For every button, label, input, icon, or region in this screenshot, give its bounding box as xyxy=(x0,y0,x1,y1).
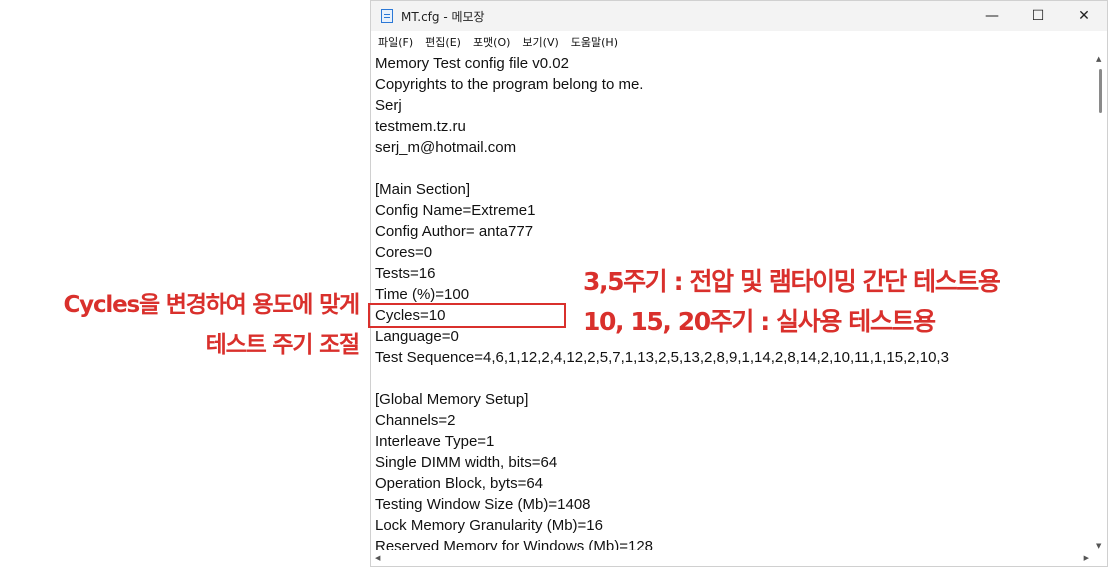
scroll-up-arrow-icon[interactable]: ▲ xyxy=(1096,55,1101,63)
notepad-icon xyxy=(381,9,393,23)
scrollbar-corner xyxy=(1092,550,1107,566)
scroll-left-arrow-icon[interactable]: ◀ xyxy=(375,554,380,562)
minimize-button[interactable]: — xyxy=(969,1,1015,31)
menu-bar: 파일(F) 편집(E) 포맷(O) 보기(V) 도움말(H) xyxy=(371,31,1107,53)
vertical-scroll-thumb[interactable] xyxy=(1099,69,1102,113)
maximize-button[interactable]: ☐ xyxy=(1015,1,1061,31)
scroll-down-arrow-icon[interactable]: ▼ xyxy=(1096,542,1101,550)
window-controls: — ☐ ✕ xyxy=(969,1,1107,31)
menu-help[interactable]: 도움말(H) xyxy=(565,34,624,50)
title-bar[interactable]: MT.cfg - 메모장 — ☐ ✕ xyxy=(371,1,1107,31)
annotation-right-line1: 3,5주기 : 전압 및 램타이밍 간단 테스트용 xyxy=(583,267,1001,296)
vertical-scrollbar[interactable]: ▲ ▼ xyxy=(1092,53,1107,552)
menu-view[interactable]: 보기(V) xyxy=(516,34,564,50)
annotation-right-line2: 10, 15, 20주기 : 실사용 테스트용 xyxy=(583,307,936,336)
close-button[interactable]: ✕ xyxy=(1061,1,1107,31)
menu-format[interactable]: 포맷(O) xyxy=(467,34,516,50)
scroll-right-arrow-icon[interactable]: ▶ xyxy=(1084,554,1089,562)
menu-edit[interactable]: 편집(E) xyxy=(419,34,467,50)
cycles-highlight-box xyxy=(368,303,566,328)
annotation-left-line2: 테스트 주기 조절 xyxy=(205,332,361,358)
window-title: MT.cfg - 메모장 xyxy=(401,9,485,24)
horizontal-scrollbar[interactable]: ◀ ▶ xyxy=(371,550,1093,566)
annotation-left-line1: Cycles을 변경하여 용도에 맞게 xyxy=(63,292,360,318)
menu-file[interactable]: 파일(F) xyxy=(371,34,419,50)
